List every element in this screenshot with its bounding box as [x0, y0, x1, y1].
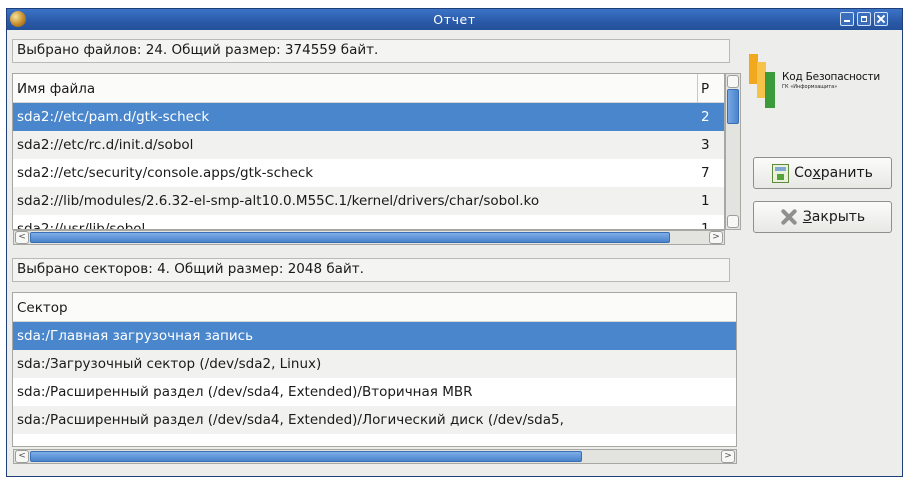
column-filename[interactable]: Имя файла — [17, 81, 95, 97]
sectors-header[interactable]: Сектор — [13, 293, 736, 322]
file-size: 2 — [701, 109, 710, 125]
logo-tagline: ГК «Информзащита» — [782, 84, 838, 90]
scroll-up-icon[interactable] — [727, 75, 739, 88]
logo-bar — [765, 72, 775, 108]
file-name: sda2://etc/rc.d/init.d/sobol — [17, 137, 194, 153]
table-row[interactable]: sda2://usr/lib/sobol 1 — [13, 215, 724, 229]
table-row[interactable]: sda2://etc/rc.d/init.d/sobol 3 — [13, 131, 724, 159]
table-row[interactable]: sda2://etc/pam.d/gtk-scheck 2 — [13, 103, 724, 131]
file-size: 1 — [701, 221, 710, 229]
file-name: sda2://etc/pam.d/gtk-scheck — [17, 109, 210, 125]
save-label: Сохранить — [794, 165, 873, 181]
title-bar[interactable]: Отчет — [7, 9, 902, 30]
scroll-right-icon[interactable]: > — [721, 450, 735, 463]
file-name: sda2://lib/modules/2.6.32-el-smp-alt10.0… — [17, 193, 540, 209]
files-vertical-scrollbar[interactable] — [725, 73, 741, 230]
sectors-table[interactable]: Сектор sda:/Главная загрузочная запись s… — [12, 292, 737, 447]
logo-name: Код Безопасности — [782, 71, 881, 83]
sectors-summary: Выбрано секторов: 4. Общий размер: 2048 … — [12, 258, 730, 282]
file-size: 3 — [701, 137, 710, 153]
close-icon[interactable] — [874, 12, 888, 26]
scroll-thumb[interactable] — [30, 232, 670, 243]
files-header[interactable]: Имя файла Р — [13, 74, 724, 104]
table-row[interactable]: sda2://lib/modules/2.6.32-el-smp-alt10.0… — [13, 187, 724, 215]
save-button[interactable]: Сохранить — [753, 157, 892, 189]
list-item[interactable]: sda:/Расширенный раздел (/dev/sda4, Exte… — [13, 378, 736, 406]
close-label: Закрыть — [802, 209, 866, 225]
close-button[interactable]: Закрыть — [753, 201, 892, 233]
sectors-horizontal-scrollbar[interactable]: < > — [13, 449, 737, 464]
scroll-thumb[interactable] — [727, 89, 739, 124]
minimize-icon[interactable] — [840, 12, 854, 26]
list-item[interactable]: sda:/Главная загрузочная запись — [13, 322, 736, 350]
list-item[interactable]: sda:/Загрузочный сектор (/dev/sda2, Linu… — [13, 350, 736, 378]
company-logo: Код Безопасности ГК «Информзащита» — [749, 54, 889, 116]
scroll-left-icon[interactable]: < — [15, 231, 29, 244]
column-sector[interactable]: Сектор — [17, 300, 68, 316]
files-horizontal-scrollbar[interactable]: < > — [13, 230, 725, 245]
file-size: 7 — [701, 165, 710, 181]
close-x-icon — [780, 208, 798, 226]
table-row[interactable]: sda2://etc/security/console.apps/gtk-sch… — [13, 159, 724, 187]
file-name: sda2://etc/security/console.apps/gtk-sch… — [17, 165, 314, 181]
file-size: 1 — [701, 193, 710, 209]
scroll-down-icon[interactable] — [727, 215, 739, 228]
file-name: sda2://usr/lib/sobol — [17, 221, 146, 229]
window-title: Отчет — [433, 12, 476, 27]
files-summary: Выбрано файлов: 24. Общий размер: 374559… — [12, 39, 730, 63]
maximize-icon[interactable] — [857, 12, 871, 26]
scroll-left-icon[interactable]: < — [15, 450, 29, 463]
list-item[interactable]: sda:/Расширенный раздел (/dev/sda4, Exte… — [13, 406, 736, 434]
scroll-right-icon[interactable]: > — [709, 231, 723, 244]
scroll-thumb[interactable] — [30, 451, 582, 462]
files-table[interactable]: Имя файла Р sda2://etc/pam.d/gtk-scheck … — [12, 73, 725, 230]
column-size[interactable]: Р — [697, 74, 709, 104]
save-icon — [772, 163, 790, 183]
